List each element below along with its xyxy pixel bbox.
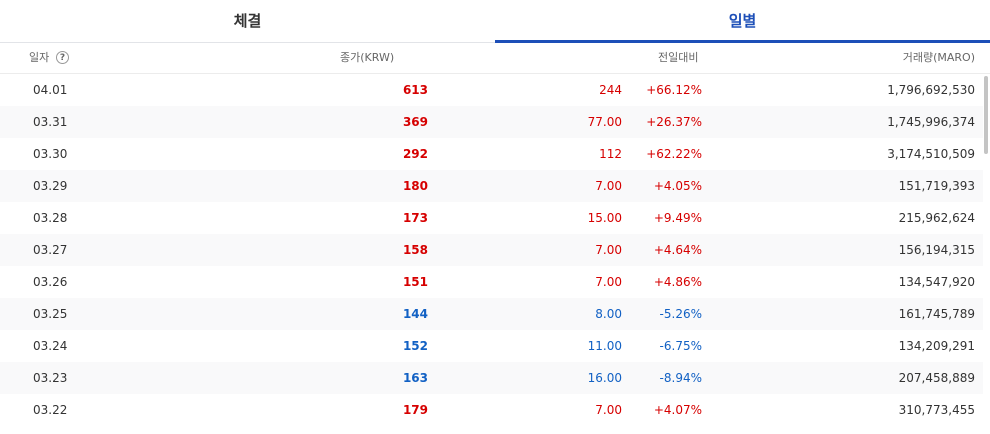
row-change-percent: -8.94% xyxy=(659,371,702,385)
row-change-percent: +4.86% xyxy=(653,275,702,289)
table-row: 03.27 158 7.00 +4.64% 156,194,315 xyxy=(0,234,983,266)
row-volume: 310,773,455 xyxy=(898,403,975,417)
row-close-price: 613 xyxy=(402,83,428,97)
row-change-percent: +62.22% xyxy=(646,147,702,161)
row-change: 11.00 xyxy=(587,339,622,353)
row-close-price: 144 xyxy=(402,307,428,321)
header-date: 일자 xyxy=(29,51,50,64)
table-row: 03.23 163 16.00 -8.94% 207,458,889 xyxy=(0,362,983,394)
row-change-percent: -6.75% xyxy=(659,339,702,353)
row-volume: 3,174,510,509 xyxy=(887,147,975,161)
table-row: 03.29 180 7.00 +4.05% 151,719,393 xyxy=(0,170,983,202)
table-row: 03.28 173 15.00 +9.49% 215,962,624 xyxy=(0,202,983,234)
row-date: 03.27 xyxy=(33,243,68,257)
row-close-price: 292 xyxy=(402,147,428,161)
table-row: 03.26 151 7.00 +4.86% 134,547,920 xyxy=(0,266,983,298)
row-volume: 1,745,996,374 xyxy=(887,115,975,129)
scrollbar[interactable] xyxy=(983,74,990,434)
scrollbar-thumb[interactable] xyxy=(984,76,988,154)
row-change: 7.00 xyxy=(595,243,622,257)
table-row: 04.01 613 244 +66.12% 1,796,692,530 xyxy=(0,74,983,106)
row-date: 03.22 xyxy=(33,403,68,417)
row-change: 77.00 xyxy=(587,115,622,129)
tab-daily-label: 일별 xyxy=(728,12,757,30)
row-change-percent: +4.07% xyxy=(653,403,702,417)
row-date: 03.29 xyxy=(33,179,68,193)
row-volume: 215,962,624 xyxy=(898,211,975,225)
row-change: 112 xyxy=(599,147,622,161)
row-close-price: 163 xyxy=(402,371,428,385)
row-change-percent: +66.12% xyxy=(646,83,702,97)
row-volume: 156,194,315 xyxy=(898,243,975,257)
row-change-percent: +26.37% xyxy=(646,115,702,129)
row-change-percent: +4.05% xyxy=(653,179,702,193)
row-date: 03.31 xyxy=(33,115,68,129)
row-change: 16.00 xyxy=(587,371,622,385)
row-change-percent: +4.64% xyxy=(653,243,702,257)
table-row: 03.30 292 112 +62.22% 3,174,510,509 xyxy=(0,138,983,170)
daily-table-body: 04.01 613 244 +66.12% 1,796,692,530 03.31 369 7… xyxy=(0,74,983,426)
row-date: 03.26 xyxy=(33,275,68,289)
tab-bar: 체결 일별 xyxy=(0,0,990,43)
row-date: 03.25 xyxy=(33,307,68,321)
tab-trades[interactable]: 체결 xyxy=(0,0,495,42)
help-icon[interactable]: ? xyxy=(56,51,69,64)
row-date: 03.24 xyxy=(33,339,68,353)
row-close-price: 152 xyxy=(402,339,428,353)
row-date: 03.23 xyxy=(33,371,68,385)
row-change: 8.00 xyxy=(595,307,622,321)
table-row: 03.25 144 8.00 -5.26% 161,745,789 xyxy=(0,298,983,330)
table-row: 03.22 179 7.00 +4.07% 310,773,455 xyxy=(0,394,983,426)
row-volume: 161,745,789 xyxy=(898,307,975,321)
row-change: 15.00 xyxy=(587,211,622,225)
header-change: 전일대비 xyxy=(658,51,699,64)
table-row: 03.24 152 11.00 -6.75% 134,209,291 xyxy=(0,330,983,362)
row-close-price: 369 xyxy=(402,115,428,129)
row-close-price: 173 xyxy=(402,211,428,225)
row-close-price: 151 xyxy=(402,275,428,289)
row-close-price: 179 xyxy=(402,403,428,417)
row-change: 7.00 xyxy=(595,275,622,289)
row-change-percent: -5.26% xyxy=(659,307,702,321)
row-volume: 1,796,692,530 xyxy=(887,83,975,97)
row-volume: 207,458,889 xyxy=(898,371,975,385)
row-change: 244 xyxy=(599,83,622,97)
row-close-price: 158 xyxy=(402,243,428,257)
row-volume: 134,547,920 xyxy=(898,275,975,289)
row-volume: 134,209,291 xyxy=(898,339,975,353)
row-volume: 151,719,393 xyxy=(898,179,975,193)
row-date: 03.30 xyxy=(33,147,68,161)
header-volume: 거래량(MARO) xyxy=(902,51,975,64)
row-date: 03.28 xyxy=(33,211,68,225)
table-header: 일자 ? 종가(KRW) 전일대비 거래량(MARO) xyxy=(0,43,990,74)
tab-daily[interactable]: 일별 xyxy=(495,0,990,43)
header-close-price: 종가(KRW) xyxy=(340,51,395,64)
row-change: 7.00 xyxy=(595,179,622,193)
row-close-price: 180 xyxy=(402,179,428,193)
row-change-percent: +9.49% xyxy=(653,211,702,225)
row-date: 04.01 xyxy=(33,83,68,97)
row-change: 7.00 xyxy=(595,403,622,417)
table-row: 03.31 369 77.00 +26.37% 1,745,996,374 xyxy=(0,106,983,138)
